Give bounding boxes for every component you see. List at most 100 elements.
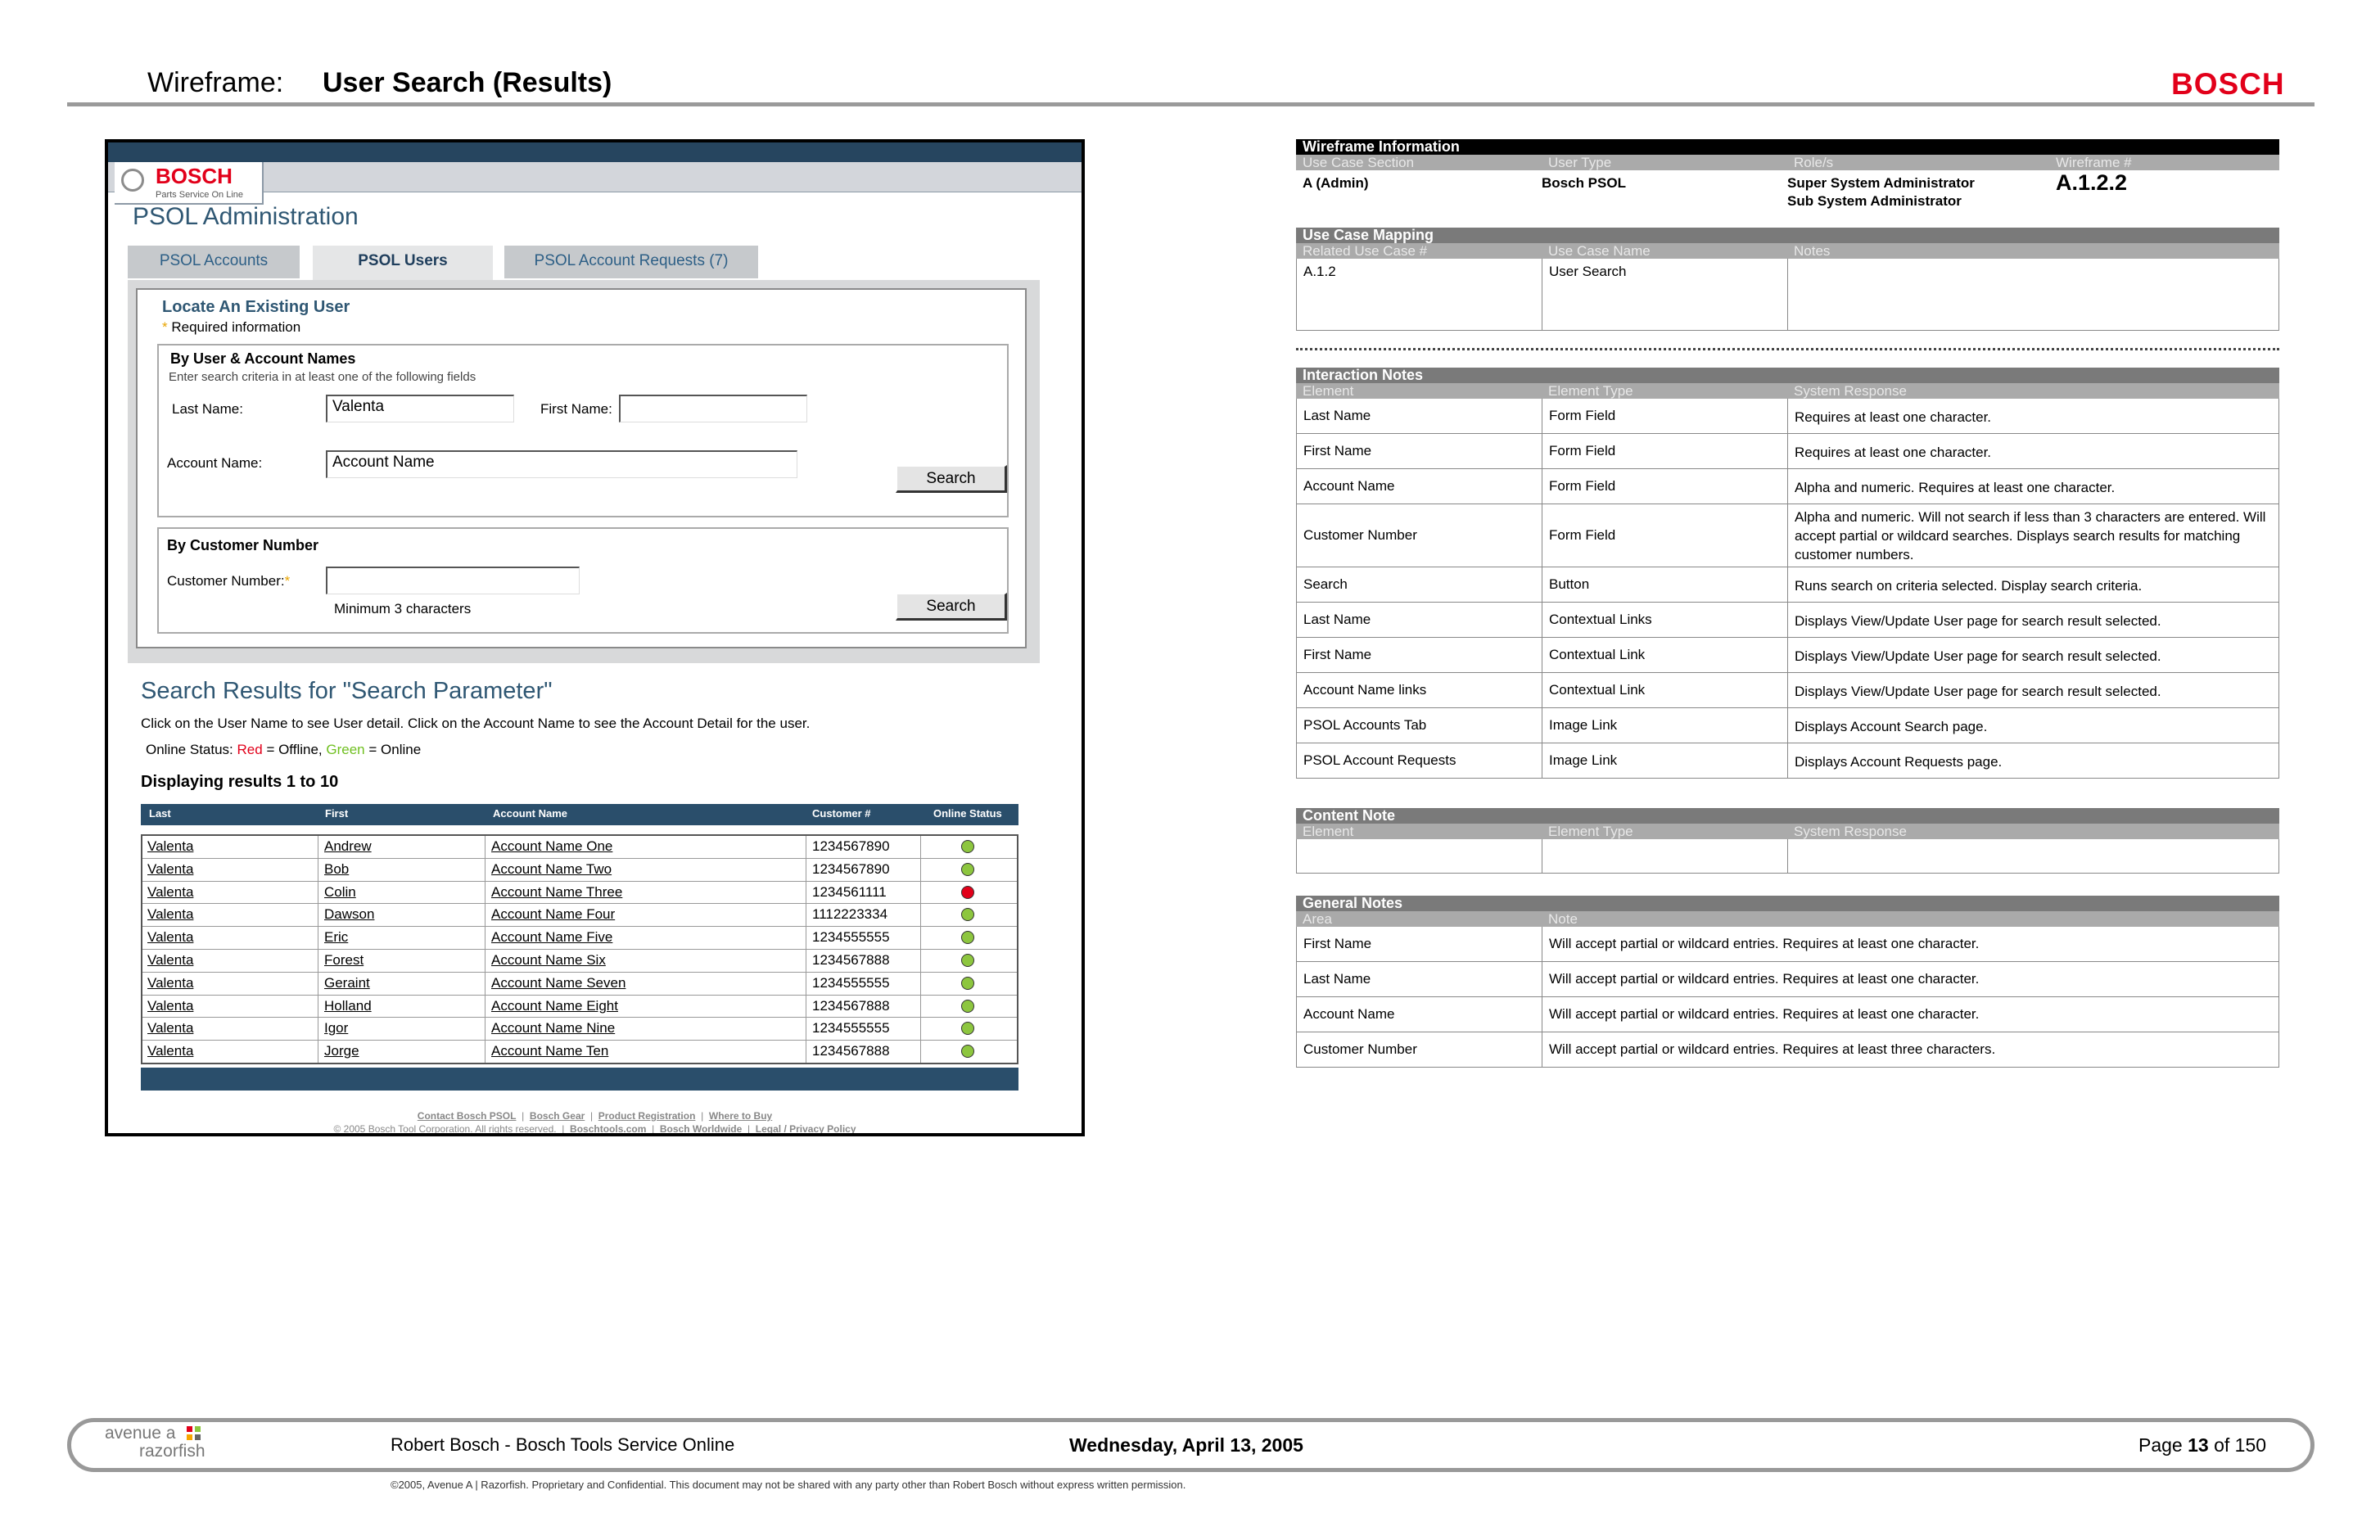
account-name-link[interactable]: Account Name Three bbox=[491, 884, 622, 901]
user-first-name-link[interactable]: Geraint bbox=[324, 975, 370, 991]
note-system-response: Displays View/Update User page for searc… bbox=[1795, 648, 2161, 664]
user-first-name-link[interactable]: Jorge bbox=[324, 1043, 359, 1059]
search-button-names[interactable]: Search bbox=[896, 465, 1007, 493]
user-first-name-link[interactable]: Dawson bbox=[324, 906, 374, 923]
customer-number: 1234567890 bbox=[812, 860, 890, 877]
mock-logo-word: BOSCH bbox=[156, 164, 233, 188]
user-first-name-link[interactable]: Igor bbox=[324, 1020, 348, 1036]
page-total: of 150 bbox=[2214, 1434, 2267, 1456]
col-last[interactable]: Last bbox=[149, 807, 171, 820]
user-first-name-link[interactable]: Andrew bbox=[324, 838, 372, 855]
note-element-type: Contextual Link bbox=[1549, 682, 1646, 698]
gn-hdr-note: Note bbox=[1548, 911, 1578, 927]
search-form-container: Locate An Existing User * Required infor… bbox=[128, 280, 1040, 663]
last-name-label: Last Name: bbox=[172, 401, 243, 417]
tab-psol-accounts[interactable]: PSOL Accounts bbox=[128, 246, 300, 278]
user-last-name-link[interactable]: Valenta bbox=[147, 929, 193, 946]
footer-link-where-to-buy[interactable]: Where to Buy bbox=[709, 1110, 772, 1122]
mock-logo[interactable]: BOSCH Parts Service On Line bbox=[115, 162, 264, 205]
user-first-name-link[interactable]: Forest bbox=[324, 952, 364, 969]
by-names-hint: Enter search criteria in at least one of… bbox=[169, 370, 476, 384]
interaction-note-row: First Name Form Field Requires at least on… bbox=[1296, 434, 2279, 469]
account-name-link[interactable]: Account Name Nine bbox=[491, 1020, 615, 1036]
note-element-type: Form Field bbox=[1549, 527, 1616, 543]
user-last-name-link[interactable]: Valenta bbox=[147, 906, 193, 923]
account-name-link[interactable]: Account Name Two bbox=[491, 861, 612, 878]
footer-link-boschtools[interactable]: Boschtools.com bbox=[570, 1123, 646, 1133]
note-system-response: Requires at least one character. bbox=[1795, 409, 1992, 425]
footer-link-contact[interactable]: Contact Bosch PSOL bbox=[418, 1110, 517, 1122]
online-status-icon bbox=[961, 862, 974, 876]
user-first-name-link[interactable]: Bob bbox=[324, 861, 349, 878]
customer-number-input[interactable] bbox=[326, 567, 580, 594]
use-case-mapping-title: Use Case Mapping bbox=[1296, 228, 2279, 243]
user-last-name-link[interactable]: Valenta bbox=[147, 861, 193, 878]
general-notes-section: General Notes Area Note First Name Will a… bbox=[1296, 896, 2279, 1068]
account-name-input[interactable]: Account Name bbox=[326, 450, 797, 478]
locate-title: Locate An Existing User bbox=[162, 298, 350, 316]
tab-psol-users[interactable]: PSOL Users bbox=[313, 246, 493, 282]
online-status-icon bbox=[961, 908, 974, 922]
agency-logo-line2: razorfish bbox=[139, 1442, 205, 1461]
by-customer-fieldset: By Customer Number Customer Number:* Min… bbox=[157, 527, 1009, 634]
tab-psol-account-requests[interactable]: PSOL Account Requests (7) bbox=[504, 246, 758, 278]
col-customer-number[interactable]: Customer # bbox=[812, 807, 871, 820]
footer-link-registration[interactable]: Product Registration bbox=[598, 1110, 696, 1122]
footer-client: Robert Bosch - Bosch Tools Service Onlin… bbox=[391, 1434, 735, 1455]
user-last-name-link[interactable]: Valenta bbox=[147, 884, 193, 901]
user-last-name-link[interactable]: Valenta bbox=[147, 1043, 193, 1059]
agency-mark-icon bbox=[195, 1426, 201, 1432]
use-case-mapping-row: A.1.2 User Search bbox=[1296, 259, 2279, 331]
wireframe-number-value: A.1.2.2 bbox=[2056, 170, 2128, 195]
col-account-name[interactable]: Account Name bbox=[493, 807, 567, 820]
user-last-name-link[interactable]: Valenta bbox=[147, 975, 193, 991]
user-last-name-link[interactable]: Valenta bbox=[147, 998, 193, 1014]
wireframe-info-headers: Use Case Section User Type Role/s Wirefr… bbox=[1296, 155, 2279, 170]
account-name-link[interactable]: Account Name Four bbox=[491, 906, 615, 923]
general-note-text: Will accept partial or wildcard entries.… bbox=[1549, 936, 1980, 951]
general-note-row: Account Name Will accept partial or wildc… bbox=[1296, 997, 2279, 1032]
note-system-response: Runs search on criteria selected. Displa… bbox=[1795, 578, 2143, 594]
content-note-title: Content Note bbox=[1296, 808, 2279, 824]
cn-hdr-element-type: Element Type bbox=[1548, 824, 1633, 839]
general-notes-title: General Notes bbox=[1296, 896, 2279, 911]
table-row: Valenta Bob Account Name Two 1234567890 bbox=[142, 858, 1017, 882]
account-name-link[interactable]: Account Name Eight bbox=[491, 998, 618, 1014]
note-element-type: Contextual Link bbox=[1549, 647, 1646, 662]
account-name-link[interactable]: Account Name Seven bbox=[491, 975, 625, 991]
user-last-name-link[interactable]: Valenta bbox=[147, 1020, 193, 1036]
page-current: 13 bbox=[2188, 1434, 2209, 1456]
footer-link-legal[interactable]: Legal / Privacy Policy bbox=[756, 1123, 856, 1133]
user-last-name-link[interactable]: Valenta bbox=[147, 838, 193, 855]
footer-link-worldwide[interactable]: Bosch Worldwide bbox=[660, 1123, 742, 1133]
note-system-response: Alpha and numeric. Will not search if le… bbox=[1795, 509, 2266, 562]
note-system-response: Displays View/Update User page for searc… bbox=[1795, 613, 2161, 629]
agency-mark-icon bbox=[195, 1434, 201, 1440]
account-name-link[interactable]: Account Name Five bbox=[491, 929, 612, 946]
app-title: PSOL Administration bbox=[133, 203, 359, 230]
footer-link-gear[interactable]: Bosch Gear bbox=[530, 1110, 585, 1122]
user-last-name-link[interactable]: Valenta bbox=[147, 952, 193, 969]
search-button-customer[interactable]: Search bbox=[896, 593, 1007, 621]
note-element: Customer Number bbox=[1303, 527, 1417, 543]
online-status-icon bbox=[961, 1045, 974, 1059]
col-online-status[interactable]: Online Status bbox=[933, 807, 1002, 820]
hdr-use-case-section: Use Case Section bbox=[1303, 155, 1415, 170]
note-element-type: Contextual Links bbox=[1549, 612, 1652, 627]
first-name-input[interactable] bbox=[619, 395, 807, 422]
note-element: Account Name links bbox=[1303, 682, 1427, 698]
user-first-name-link[interactable]: Holland bbox=[324, 998, 372, 1014]
user-first-name-link[interactable]: Eric bbox=[324, 929, 348, 946]
note-element: Account Name bbox=[1303, 478, 1395, 494]
last-name-input[interactable]: Valenta bbox=[326, 395, 514, 422]
user-type-value: Bosch PSOL bbox=[1542, 175, 1626, 191]
account-name-link[interactable]: Account Name Six bbox=[491, 952, 606, 969]
online-status-icon bbox=[961, 931, 974, 945]
hdr-wireframe-number: Wireframe # bbox=[2056, 155, 2132, 170]
user-first-name-link[interactable]: Colin bbox=[324, 884, 356, 901]
col-first[interactable]: First bbox=[325, 807, 348, 820]
hdr-use-case-name: Use Case Name bbox=[1548, 243, 1651, 259]
interaction-note-row: First Name Contextual Link Displays View/U… bbox=[1296, 638, 2279, 673]
account-name-link[interactable]: Account Name One bbox=[491, 838, 612, 855]
account-name-link[interactable]: Account Name Ten bbox=[491, 1043, 608, 1059]
